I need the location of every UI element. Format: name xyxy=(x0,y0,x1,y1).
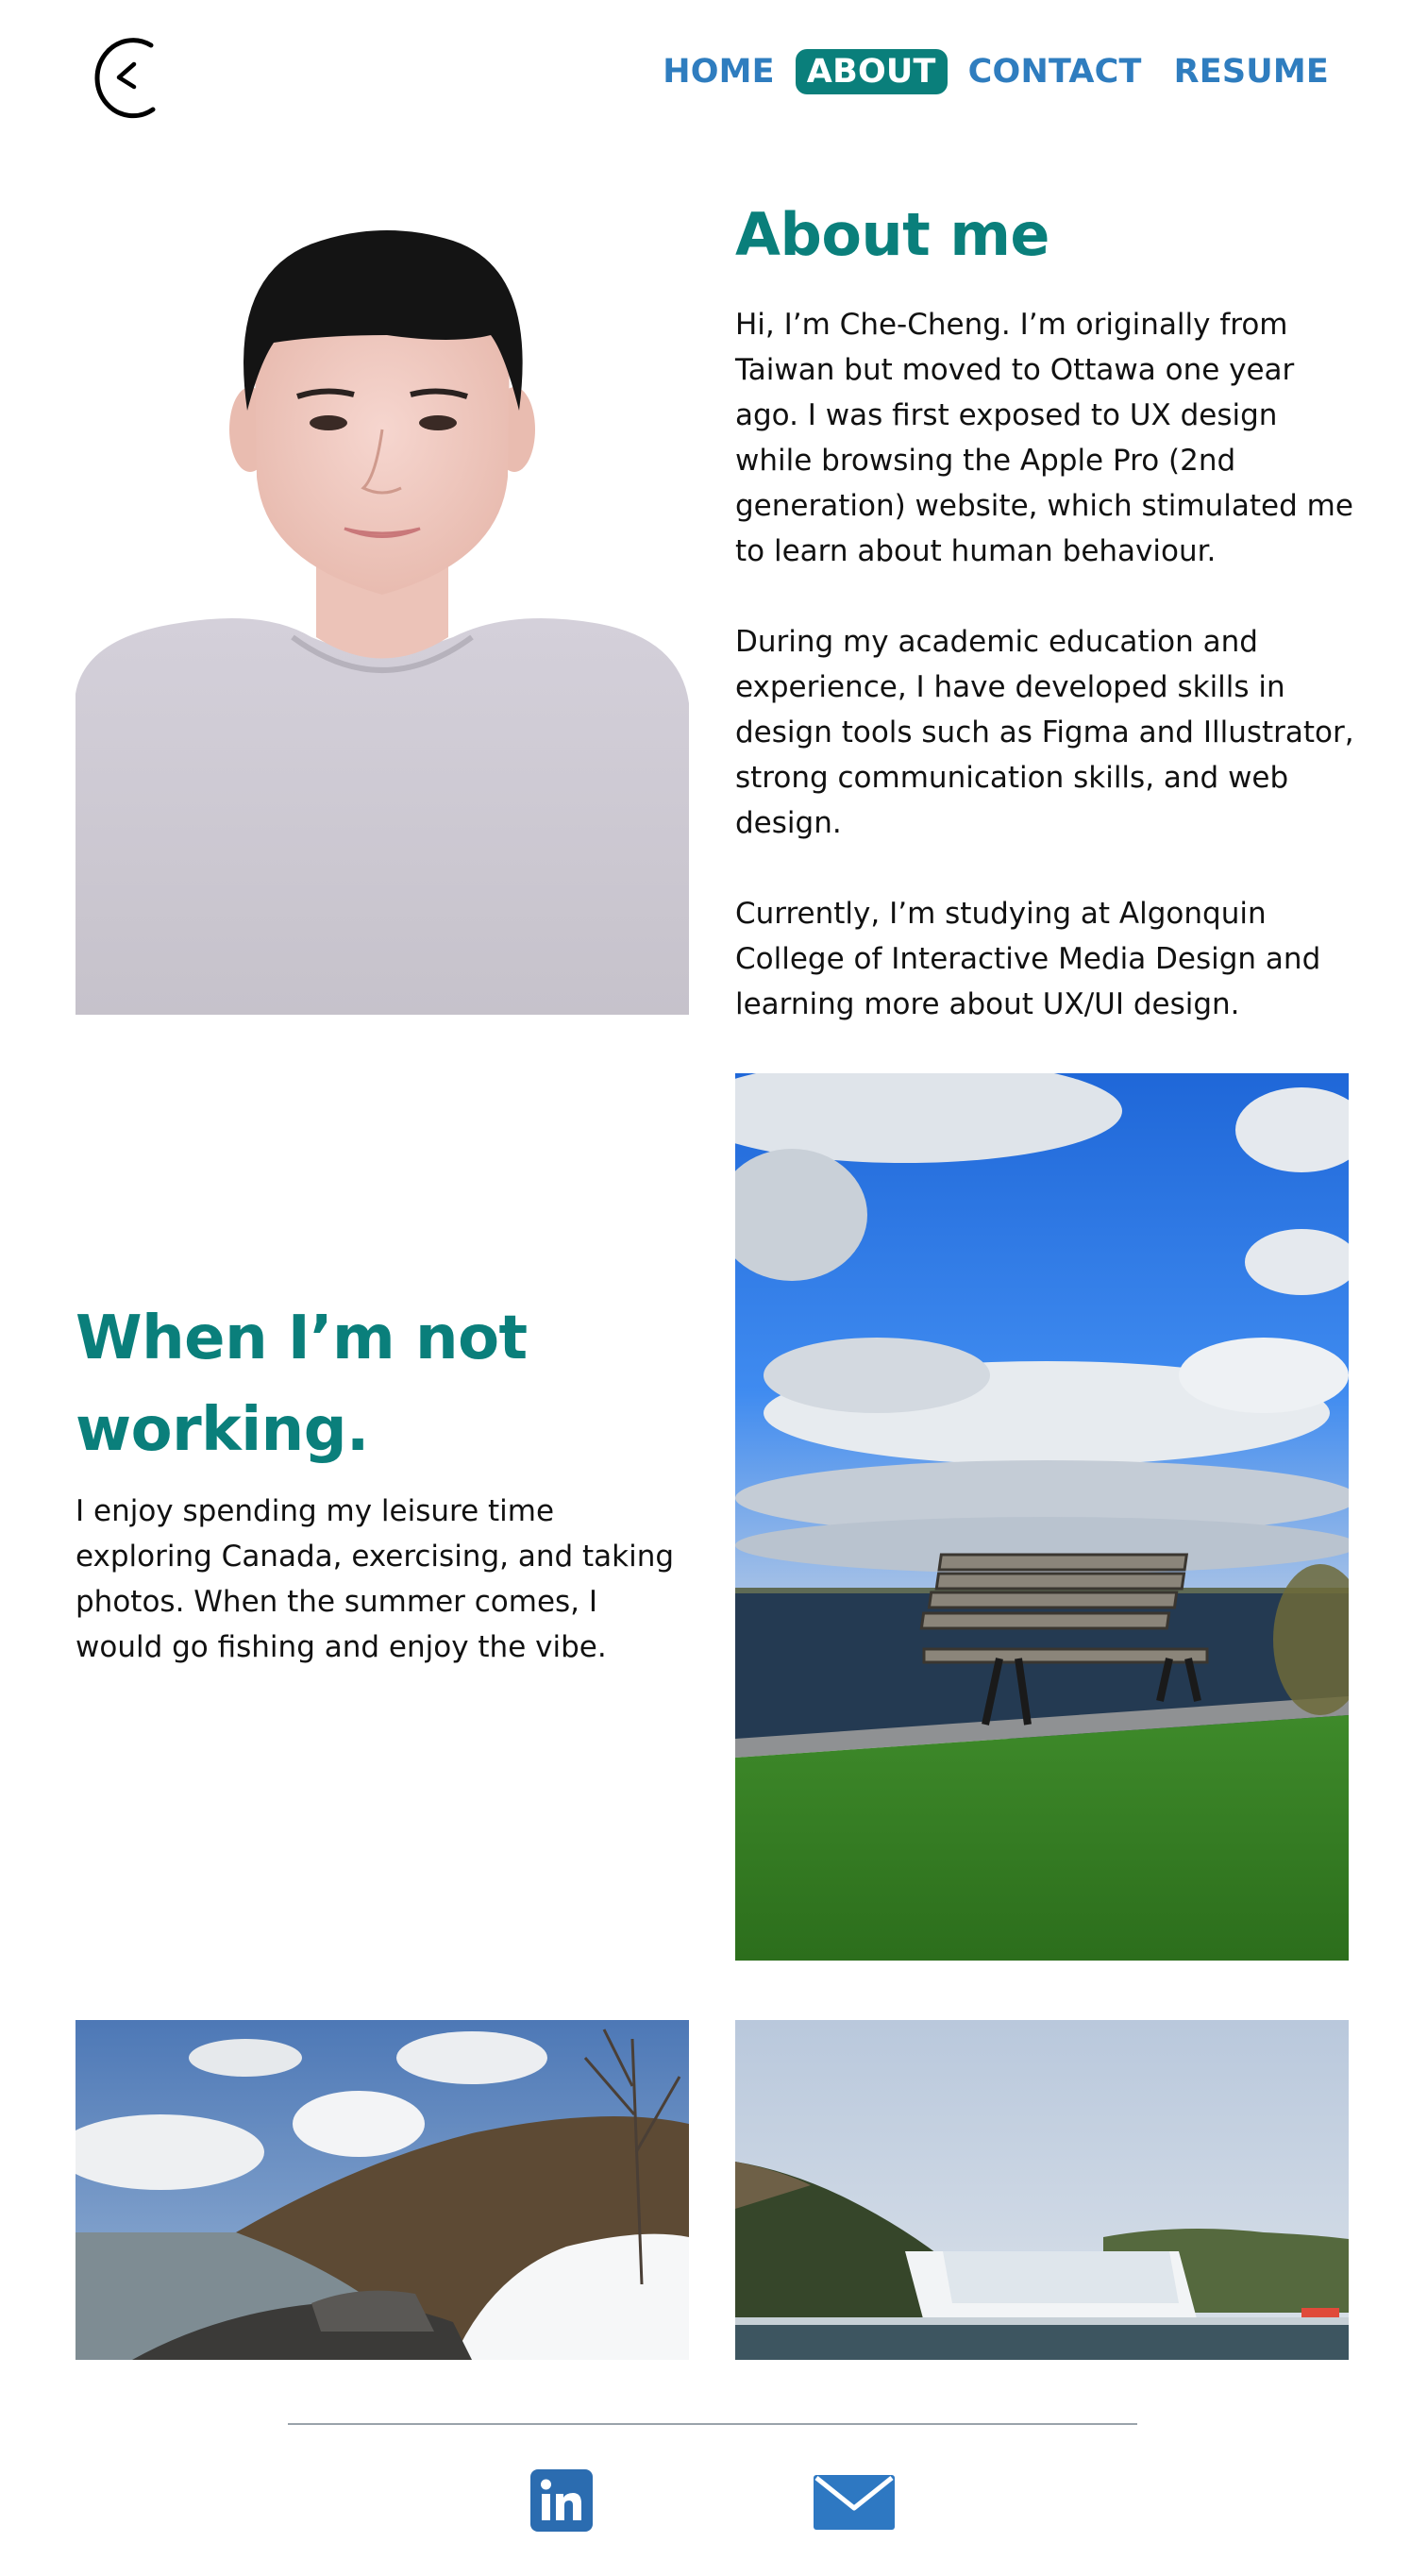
snowy-shore-photo xyxy=(76,2020,689,2360)
about-paragraph: During my academic education and experie… xyxy=(735,625,1354,840)
linkedin-icon[interactable] xyxy=(530,2469,593,2532)
portrait-photo xyxy=(76,194,689,1015)
mail-icon[interactable] xyxy=(814,2475,895,2530)
footer-divider xyxy=(288,2423,1137,2425)
about-text: Hi, I’m Che-Cheng. I’m originally from T… xyxy=(735,302,1358,1072)
leisure-paragraph: I enjoy spending my leisure time explori… xyxy=(76,1494,675,1664)
leisure-title: When I’m not working. xyxy=(76,1304,528,1465)
nav-contact-link[interactable]: CONTACT xyxy=(957,49,1153,94)
nav-home-link[interactable]: HOME xyxy=(651,49,786,94)
about-title: About me xyxy=(735,200,1049,269)
nav-resume-link[interactable]: RESUME xyxy=(1163,49,1340,94)
clock-logo-icon[interactable] xyxy=(77,28,168,125)
leisure-text: I enjoy spending my leisure time explori… xyxy=(76,1489,680,1715)
about-paragraph: Currently, I’m studying at Algonquin Col… xyxy=(735,897,1321,1021)
nav-about-link[interactable]: ABOUT xyxy=(795,49,948,94)
main-nav: HOME ABOUT CONTACT RESUME xyxy=(642,49,1340,94)
about-paragraph: Hi, I’m Che-Cheng. I’m originally from T… xyxy=(735,308,1353,568)
waterfall-photo xyxy=(735,2020,1349,2360)
bench-photo xyxy=(735,1073,1349,1961)
